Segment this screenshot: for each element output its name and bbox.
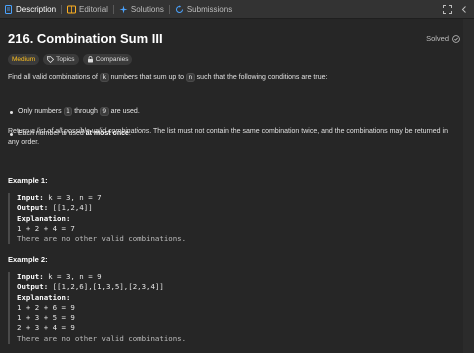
submissions-icon	[175, 4, 184, 14]
return-statement: Return a list of all possible valid comb…	[8, 128, 448, 146]
problem-intro: Find all valid combinations of k numbers…	[8, 73, 328, 82]
example-2-block: Input: k = 3, n = 9 Output: [[1,2,6],[1,…	[8, 272, 456, 345]
solved-status: Solved	[426, 34, 460, 43]
tab-bar: Description Editorial Solutions Submissi…	[0, 0, 474, 19]
difficulty-badge: Medium	[8, 54, 40, 65]
collapse-panel-icon[interactable]	[460, 5, 469, 14]
tab-description-label: Description	[16, 4, 57, 14]
companies-label: Companies	[95, 56, 129, 63]
page-title: 216. Combination Sum III	[8, 31, 163, 46]
tab-editorial-label: Editorial	[79, 4, 108, 14]
tab-submissions-label: Submissions	[186, 4, 233, 14]
tab-description[interactable]: Description	[0, 0, 60, 19]
list-item: Only numbers 1 through 9 are used.	[8, 107, 140, 118]
tag-chips: Medium Topics Companies	[8, 54, 133, 65]
tab-solutions-label: Solutions	[130, 4, 164, 14]
topics-chip[interactable]: Topics	[43, 54, 79, 65]
solved-label: Solved	[426, 34, 449, 43]
tab-solutions[interactable]: Solutions	[115, 0, 168, 19]
companies-chip[interactable]: Companies	[82, 54, 133, 65]
example-1-title: Example 1:	[8, 176, 48, 185]
check-circle-icon	[452, 34, 460, 43]
code-n: n	[186, 73, 195, 82]
topics-label: Topics	[56, 56, 75, 63]
tab-submissions[interactable]: Submissions	[171, 0, 236, 19]
tab-divider	[168, 4, 170, 14]
example-2-title: Example 2:	[8, 255, 48, 264]
description-icon	[4, 4, 13, 14]
editorial-icon	[67, 5, 77, 14]
scrollbar[interactable]	[463, 19, 474, 353]
example-1-block: Input: k = 3, n = 7 Output: [[1,2,4]] Ex…	[8, 193, 456, 245]
tab-editorial[interactable]: Editorial	[63, 0, 112, 19]
tab-divider	[61, 4, 63, 14]
lock-icon	[87, 56, 94, 63]
tab-divider	[112, 4, 114, 14]
solutions-icon	[119, 5, 128, 14]
tag-icon	[47, 56, 55, 63]
expand-icon[interactable]	[443, 4, 452, 14]
code-k: k	[99, 73, 109, 82]
